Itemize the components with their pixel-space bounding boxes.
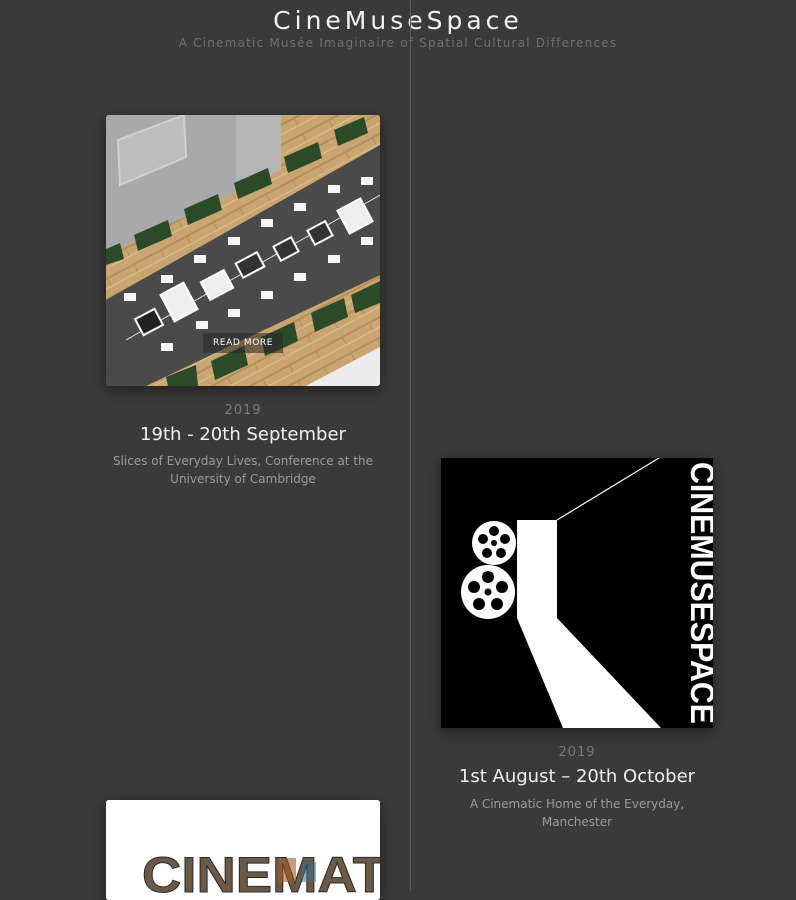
- timeline-line: [410, 0, 411, 891]
- event-description-line: University of Cambridge: [170, 472, 316, 486]
- site-title[interactable]: CineMuseSpace: [0, 6, 796, 35]
- collage-text: CINEMAT: [142, 847, 380, 900]
- event-date-title[interactable]: 19th - 20th September: [106, 424, 380, 445]
- event-description-line: Slices of Everyday Lives, Conference at …: [112, 454, 374, 468]
- event-image-gallery-render[interactable]: READ MORE: [106, 115, 380, 386]
- event-year: 2019: [558, 745, 596, 760]
- logo-text: CINEMUSESPACE: [684, 462, 713, 724]
- event-description-line: A Cinematic Home of the Everyday,: [469, 797, 685, 811]
- projector-logo-illustration: CINEMUSESPACE: [441, 458, 713, 728]
- read-more-button[interactable]: READ MORE: [203, 333, 283, 353]
- event-date-title[interactable]: 1st August – 20th October: [441, 766, 713, 787]
- event-year: 2019: [224, 403, 262, 418]
- event-description-line: Manchester: [541, 815, 613, 829]
- event-image-projector-logo[interactable]: CINEMUSESPACE: [441, 458, 713, 728]
- event-description: A Cinematic Home of the Everyday, Manche…: [441, 795, 713, 831]
- event-description: Slices of Everyday Lives, Conference at …: [106, 452, 380, 488]
- site-subtitle: A Cinematic Musée Imaginaire of Spatial …: [178, 36, 618, 50]
- cinema-letters-illustration: CINEMAT: [106, 800, 380, 900]
- event-image-cinema-collage[interactable]: CINEMAT: [106, 800, 380, 900]
